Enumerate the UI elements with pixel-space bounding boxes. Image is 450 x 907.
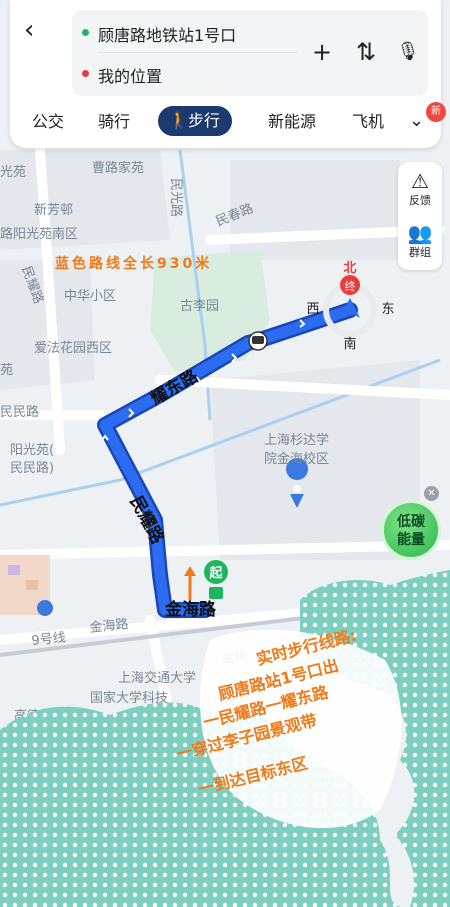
map-label: 上海杉达学 [264,432,329,448]
map-label: 古李园 [180,299,219,314]
feedback-button[interactable]: ⚠ 反馈 [398,170,442,208]
end-dot-icon [82,70,89,77]
add-waypoint-icon[interactable]: + [308,38,336,66]
walking-person-icon: 🚶 [168,111,190,131]
new-badge: 新 [426,102,446,122]
map-label: 路阳光苑南区 [0,226,78,242]
low-carbon-line1: 低碳 [397,514,425,530]
map-label: 民民路 [0,404,39,420]
route-divider [98,52,298,53]
map-label: 曹路家苑 [92,160,144,176]
start-dot-icon [82,29,89,36]
map-label: 民光路 [168,178,184,217]
tab-bus[interactable]: 公交 [32,108,64,136]
svg-text:北: 北 [343,261,356,276]
tab-walking[interactable]: 🚶 步行 [158,106,233,136]
feedback-icon: ⚠ [411,169,429,193]
side-panel: ⚠ 反馈 👥 群组 [398,162,442,270]
start-location-field[interactable]: 顾唐路地铁站1号口 [98,22,236,46]
swap-route-icon[interactable]: ⇅ [352,38,380,66]
tab-cycling[interactable]: 骑行 [98,108,130,136]
svg-text:西: 西 [306,302,319,317]
route-search-card: ‹ 顾唐路地铁站1号口 我的位置 + ⇅ 🎙 公交 骑行 🚶 步行 新能源 飞机… [10,0,446,148]
close-icon[interactable]: ✕ [424,486,439,501]
feedback-label: 反馈 [409,194,431,207]
map-label: 光苑 [0,165,26,180]
route-inputs: 顾唐路地铁站1号口 我的位置 + ⇅ 🎙 [72,10,428,96]
map-label: 苑 [0,363,13,378]
map-label: 爱法花园西区 [34,340,112,356]
map-label: 中华小区 [64,289,116,304]
end-location-field[interactable]: 我的位置 [98,63,162,87]
svg-text:终: 终 [345,279,356,293]
svg-text:南: 南 [343,336,356,352]
route-length-note: 蓝色路线全长930米 [55,255,212,272]
tab-flight[interactable]: 飞机 [352,108,384,136]
map-label: 院金海校区 [264,451,329,467]
tab-new-energy[interactable]: 新能源 [268,108,316,136]
svg-text:起: 起 [208,565,223,581]
map-label: 上海交通大学 [118,670,196,686]
map-label: 民民路) [10,460,54,476]
voice-icon[interactable]: 🎙 [394,38,422,66]
back-button[interactable]: ‹ [24,16,54,46]
map-label: 新芳邨 [34,202,73,218]
map-label: 阳光苑( [10,443,54,458]
road-label-jinhai: 金海路 [164,599,217,620]
svg-text:东: 东 [381,302,394,317]
bus-icon [248,331,268,351]
low-carbon-energy-button[interactable]: 低碳 能量 [381,500,441,560]
group-icon: 👥 [407,221,433,245]
group-label: 群组 [409,246,431,259]
chevron-down-icon[interactable]: ⌄ [409,110,424,131]
transport-tabs: 公交 骑行 🚶 步行 新能源 飞机 ⌄ 新 [10,102,446,138]
low-carbon-line2: 能量 [397,532,425,548]
tab-walking-label: 步行 [188,111,221,130]
group-button[interactable]: 👥 群组 [398,222,442,260]
